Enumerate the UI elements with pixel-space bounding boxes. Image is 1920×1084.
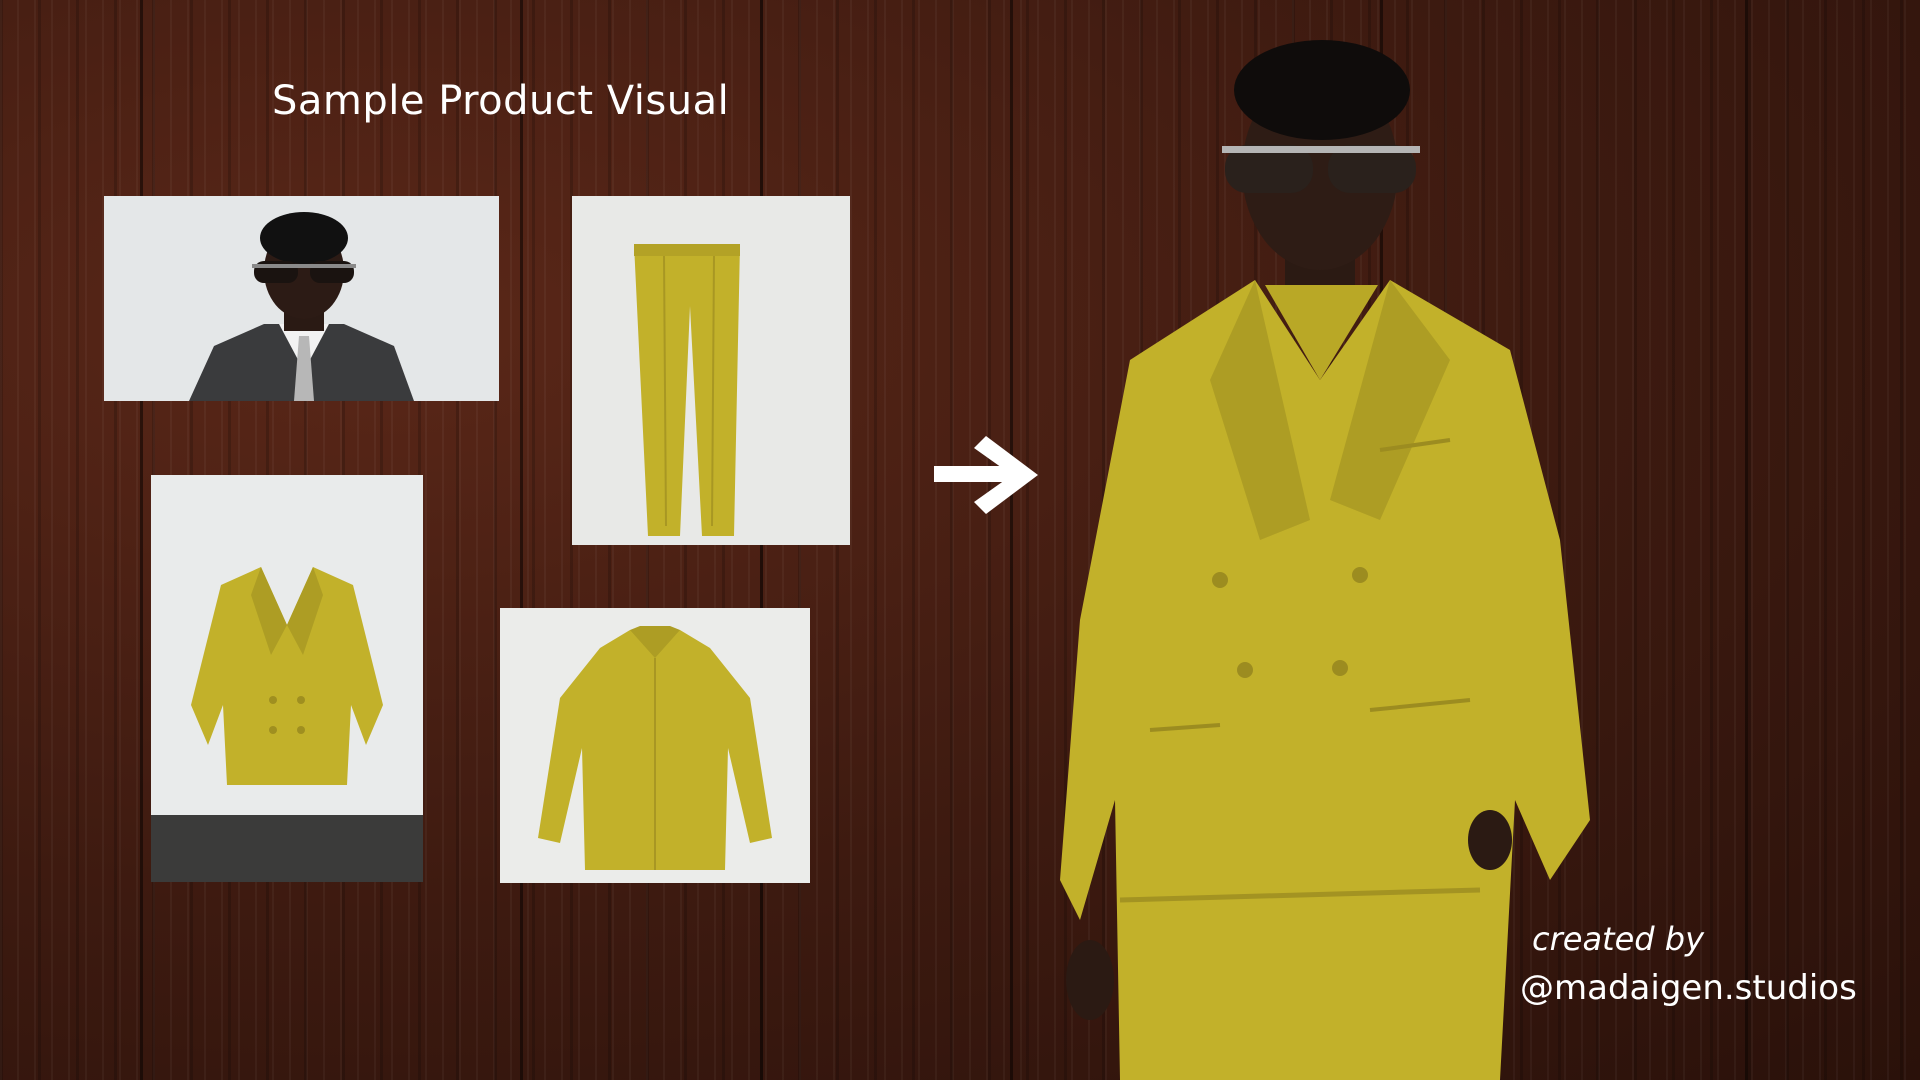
- portrait-illustration: [104, 196, 499, 401]
- credit-handle: @madaigen.studios: [1520, 968, 1857, 1008]
- blazer-illustration: [151, 475, 423, 882]
- shirt-image: [500, 608, 810, 883]
- blazer-image: [151, 475, 423, 882]
- trousers-illustration: [572, 196, 850, 545]
- arrow-right-icon: [928, 432, 1044, 518]
- wood-plank-seam: [140, 0, 143, 1080]
- credit-label: created by: [1532, 920, 1705, 958]
- trousers-image: [572, 196, 850, 545]
- portrait-image: [104, 196, 499, 401]
- shirt-illustration: [500, 608, 810, 883]
- wood-plank-seam: [1745, 0, 1748, 1080]
- wood-plank-seam: [520, 0, 523, 1080]
- page-title: Sample Product Visual: [272, 78, 730, 124]
- wood-plank-seam: [1010, 0, 1013, 1080]
